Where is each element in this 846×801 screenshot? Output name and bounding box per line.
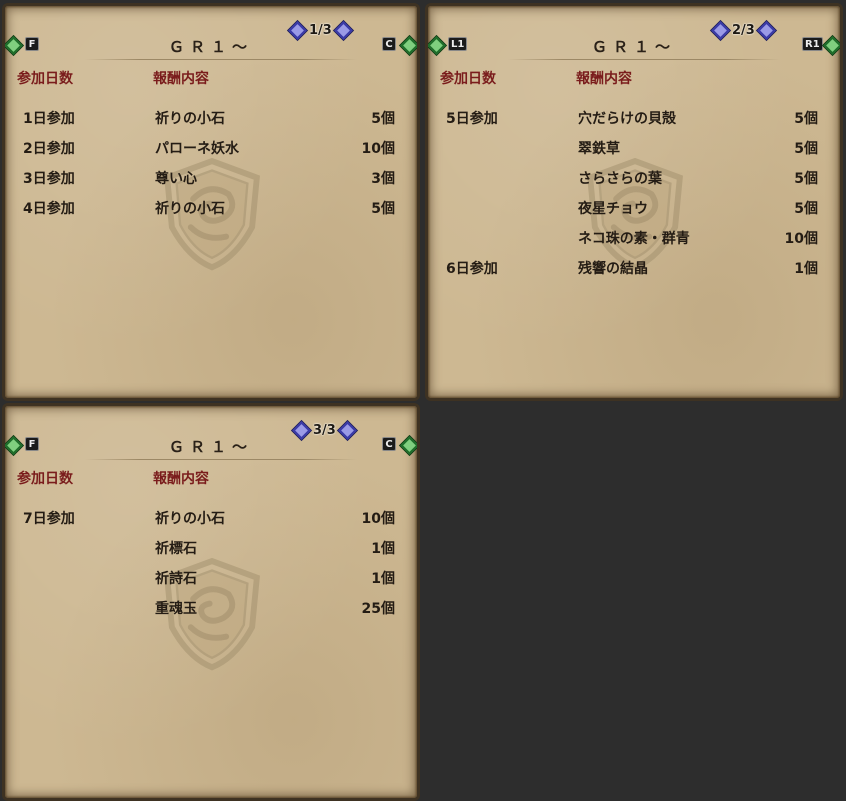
reward-item-name: 祈りの小石 (155, 511, 225, 527)
reward-item-name: 翠鉄草 (578, 141, 620, 157)
reward-item-name: 尊い心 (155, 171, 197, 187)
reward-panel-page-2: 2/3 L1 ＧＲ１～ R1 参加日数 報酬内容 5日参加 穴だらけの貝殻 5個 翠鉄草 5個 さら… (425, 3, 843, 401)
header-days: 参加日数 (440, 71, 496, 87)
reward-panel-page-1: 1/3 F ＧＲ１～ C 参加日数 報酬内容 1日参加 祈りの小石 5個 2日参加 パローネ妖水 1… (2, 3, 420, 401)
reward-quantity: 5個 (794, 171, 818, 187)
header-reward: 報酬内容 (153, 471, 209, 487)
reward-item-name: パローネ妖水 (155, 141, 239, 157)
reward-quantity: 5個 (371, 201, 395, 217)
header-days: 参加日数 (17, 71, 73, 87)
title-divider (508, 59, 780, 60)
title-divider (85, 459, 357, 460)
reward-item-name: 残響の結晶 (578, 261, 648, 277)
reward-quantity: 5個 (371, 111, 395, 127)
right-shoulder-button[interactable]: R1 (802, 37, 823, 51)
reward-quantity: 5個 (794, 141, 818, 157)
reward-quantity: 1個 (371, 541, 395, 557)
reward-quantity: 1個 (794, 261, 818, 277)
reward-quantity: 10個 (361, 511, 395, 527)
right-shoulder-button[interactable]: C (382, 37, 396, 51)
reward-quantity: 10個 (784, 231, 818, 247)
title-divider (85, 59, 357, 60)
reward-day: 4日参加 (23, 201, 75, 217)
reward-panel-page-3: 3/3 F ＧＲ１～ C 参加日数 報酬内容 7日参加 祈りの小石 10個 祈標石 1個 祈詩石 1個… (2, 403, 420, 801)
reward-day: 7日参加 (23, 511, 75, 527)
reward-quantity: 10個 (361, 141, 395, 157)
reward-item-name: 祈標石 (155, 541, 197, 557)
reward-day: 1日参加 (23, 111, 75, 127)
reward-item-name: 祈詩石 (155, 571, 197, 587)
reward-quantity: 5個 (794, 201, 818, 217)
panel-title: ＧＲ１～ (168, 38, 253, 56)
reward-item-name: 祈りの小石 (155, 201, 225, 217)
reward-day: 6日参加 (446, 261, 498, 277)
right-shoulder-button[interactable]: C (382, 437, 396, 451)
reward-item-name: 重魂玉 (155, 601, 197, 617)
reward-item-name: さらさらの葉 (578, 171, 662, 187)
reward-item-name: 穴だらけの貝殻 (578, 111, 676, 127)
reward-item-name: 祈りの小石 (155, 111, 225, 127)
reward-quantity: 25個 (361, 601, 395, 617)
reward-quantity: 3個 (371, 171, 395, 187)
reward-quantity: 1個 (371, 571, 395, 587)
header-reward: 報酬内容 (576, 71, 632, 87)
panel-title: ＧＲ１～ (591, 38, 676, 56)
header-days: 参加日数 (17, 471, 73, 487)
reward-item-name: ネコ珠の素・群青 (578, 231, 690, 247)
reward-day: 2日参加 (23, 141, 75, 157)
panel-title: ＧＲ１～ (168, 438, 253, 456)
reward-day: 3日参加 (23, 171, 75, 187)
reward-day: 5日参加 (446, 111, 498, 127)
reward-item-name: 夜星チョウ (578, 201, 648, 217)
reward-quantity: 5個 (794, 111, 818, 127)
header-reward: 報酬内容 (153, 71, 209, 87)
